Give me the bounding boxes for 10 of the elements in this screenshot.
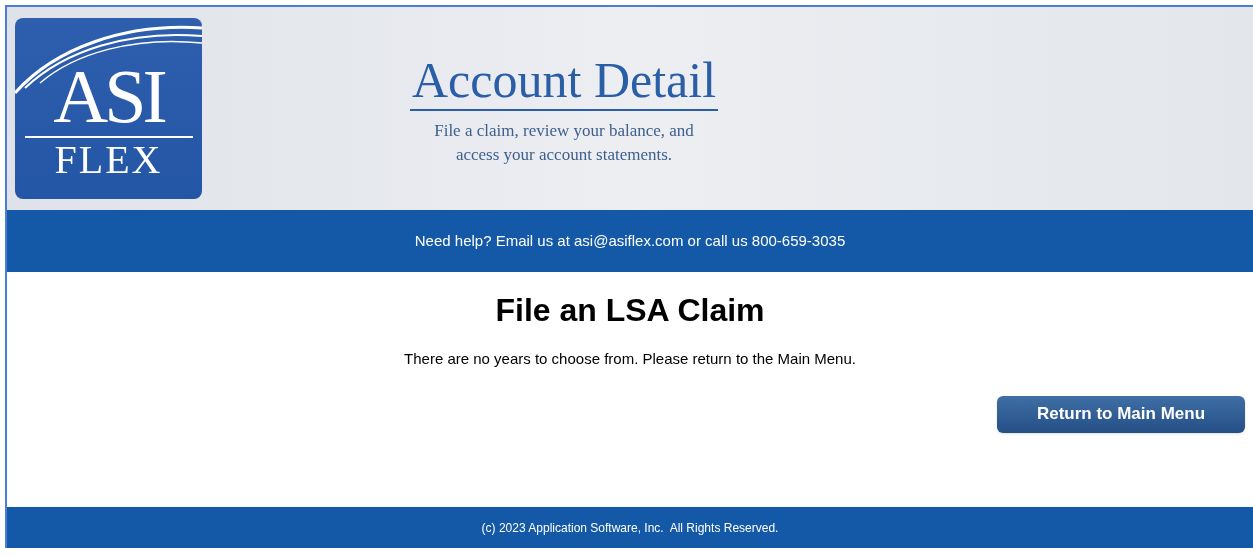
page-heading: File an LSA Claim bbox=[495, 291, 765, 330]
subtitle-text: access your account statements. bbox=[455, 143, 673, 166]
logo-text: ASI bbox=[53, 58, 164, 134]
footer-text: (c) 2023 Application Software, Inc. All Rights Reserved. bbox=[481, 519, 779, 537]
logo-text: FLEX bbox=[54, 138, 163, 182]
message-text: There are no years to choose from. Please return to the Main Menu. bbox=[404, 349, 856, 369]
return-button[interactable]: Return to Main Menu bbox=[997, 395, 1245, 433]
subtitle-text: File a claim, review your balance, and bbox=[434, 119, 694, 142]
help-text: Need help? Email us at asi@asiflex.com or call us 800-659-3035 bbox=[414, 230, 846, 251]
page-title: Account Detail bbox=[410, 50, 719, 111]
